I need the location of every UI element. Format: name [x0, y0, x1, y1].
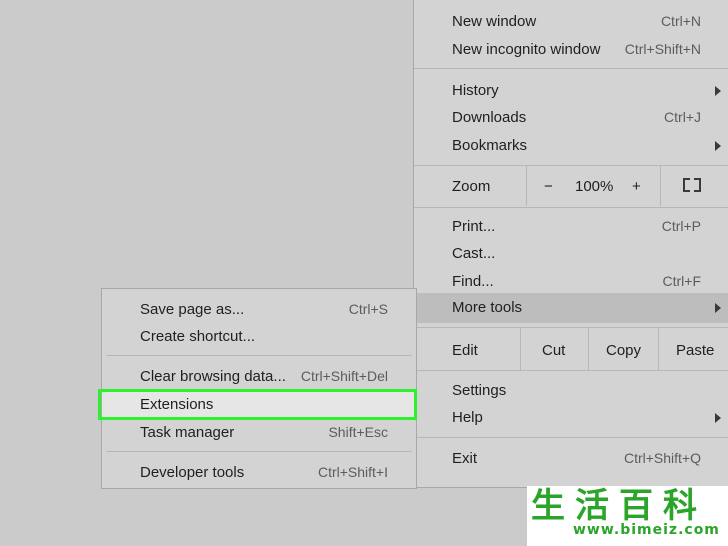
menu-item-new-incognito-window[interactable]: New incognito window Ctrl+Shift+N [414, 36, 728, 63]
menu-separator [414, 370, 728, 371]
menu-item-label: New window [452, 13, 537, 30]
zoom-level: 100% [575, 178, 614, 195]
menu-item-shortcut: Ctrl+J [664, 109, 701, 125]
submenu-item-save-page[interactable]: Save page as... Ctrl+S [102, 296, 416, 323]
submenu-item-create-shortcut[interactable]: Create shortcut... [102, 323, 416, 350]
extensions-highlight-box [98, 389, 417, 420]
menu-item-label: Create shortcut... [140, 328, 256, 345]
menu-item-settings[interactable]: Settings [414, 377, 728, 404]
menu-item-label: Task manager [140, 424, 235, 441]
zoom-out-button[interactable]: − [544, 173, 553, 200]
menu-item-history[interactable]: History [414, 77, 728, 104]
menu-item-label: Save page as... [140, 301, 245, 318]
menu-separator [414, 437, 728, 438]
menu-separator [414, 68, 728, 69]
menu-item-print[interactable]: Print... Ctrl+P [414, 213, 728, 240]
watermark-chars: 生活百科 [531, 486, 707, 526]
menu-item-help[interactable]: Help [414, 404, 728, 431]
menu-row-edit: Edit Cut Copy Paste [414, 327, 728, 371]
submenu-arrow-icon [715, 86, 721, 96]
zoom-divider [660, 166, 661, 206]
menu-item-shortcut: Ctrl+P [661, 218, 701, 234]
menu-item-label: Bookmarks [452, 137, 528, 154]
menu-item-label: More tools [452, 299, 523, 316]
menu-item-exit[interactable]: Exit Ctrl+Shift+Q [414, 445, 728, 472]
menu-item-bookmarks[interactable]: Bookmarks [414, 132, 728, 159]
menu-item-label: Print... [452, 218, 496, 235]
fullscreen-icon[interactable] [683, 178, 701, 192]
edit-divider [658, 327, 659, 371]
submenu-item-task-manager[interactable]: Task manager Shift+Esc [102, 419, 416, 446]
submenu-item-clear-browsing-data[interactable]: Clear browsing data... Ctrl+Shift+Del [102, 363, 416, 390]
submenu-arrow-icon [715, 303, 721, 313]
menu-item-label: Downloads [452, 109, 527, 126]
menu-item-label: Cast... [452, 245, 496, 262]
submenu-arrow-icon [715, 141, 721, 151]
menu-item-find[interactable]: Find... Ctrl+F [414, 268, 728, 295]
menu-separator [414, 165, 728, 166]
watermark-url: www.bimeiz.com [573, 522, 720, 538]
menu-separator [414, 327, 728, 328]
menu-item-shortcut: Shift+Esc [328, 424, 388, 440]
menu-item-more-tools[interactable]: More tools [414, 293, 728, 323]
menu-item-label: Help [452, 409, 483, 426]
menu-item-new-window[interactable]: New window Ctrl+N [414, 8, 728, 35]
menu-item-label: Settings [452, 382, 507, 399]
menu-item-downloads[interactable]: Downloads Ctrl+J [414, 104, 728, 131]
menu-item-label: Find... [452, 273, 494, 290]
menu-item-shortcut: Ctrl+N [660, 13, 701, 29]
menu-separator [414, 207, 728, 208]
watermark-logo: 生活百科 www.bimeiz.com [527, 486, 728, 546]
submenu-arrow-icon [715, 413, 721, 423]
menu-separator [106, 451, 412, 452]
zoom-label: Zoom [452, 178, 491, 195]
menu-item-label: New incognito window [452, 41, 601, 58]
menu-item-label: Developer tools [140, 464, 245, 481]
chrome-main-menu: New window Ctrl+N New incognito window C… [413, 0, 728, 488]
menu-row-zoom: Zoom − 100% + [414, 166, 728, 206]
submenu-item-developer-tools[interactable]: Developer tools Ctrl+Shift+I [102, 459, 416, 486]
copy-button[interactable]: Copy [606, 337, 641, 364]
edit-divider [588, 327, 589, 371]
menu-item-shortcut: Ctrl+Shift+N [624, 41, 701, 57]
edit-label: Edit [452, 342, 478, 359]
menu-item-shortcut: Ctrl+Shift+Del [300, 368, 388, 384]
menu-item-cast[interactable]: Cast... [414, 240, 728, 267]
menu-item-shortcut: Ctrl+S [348, 301, 388, 317]
zoom-in-button[interactable]: + [632, 173, 641, 200]
edit-divider [520, 327, 521, 371]
paste-button[interactable]: Paste [676, 337, 714, 364]
menu-item-shortcut: Ctrl+Shift+Q [623, 450, 701, 466]
menu-separator [106, 355, 412, 356]
cut-button[interactable]: Cut [542, 337, 565, 364]
menu-item-label: History [452, 82, 499, 99]
menu-item-shortcut: Ctrl+Shift+I [317, 464, 388, 480]
menu-item-shortcut: Ctrl+F [662, 273, 702, 289]
zoom-divider [526, 166, 527, 206]
menu-item-label: Clear browsing data... [140, 368, 286, 385]
menu-item-label: Exit [452, 450, 478, 467]
